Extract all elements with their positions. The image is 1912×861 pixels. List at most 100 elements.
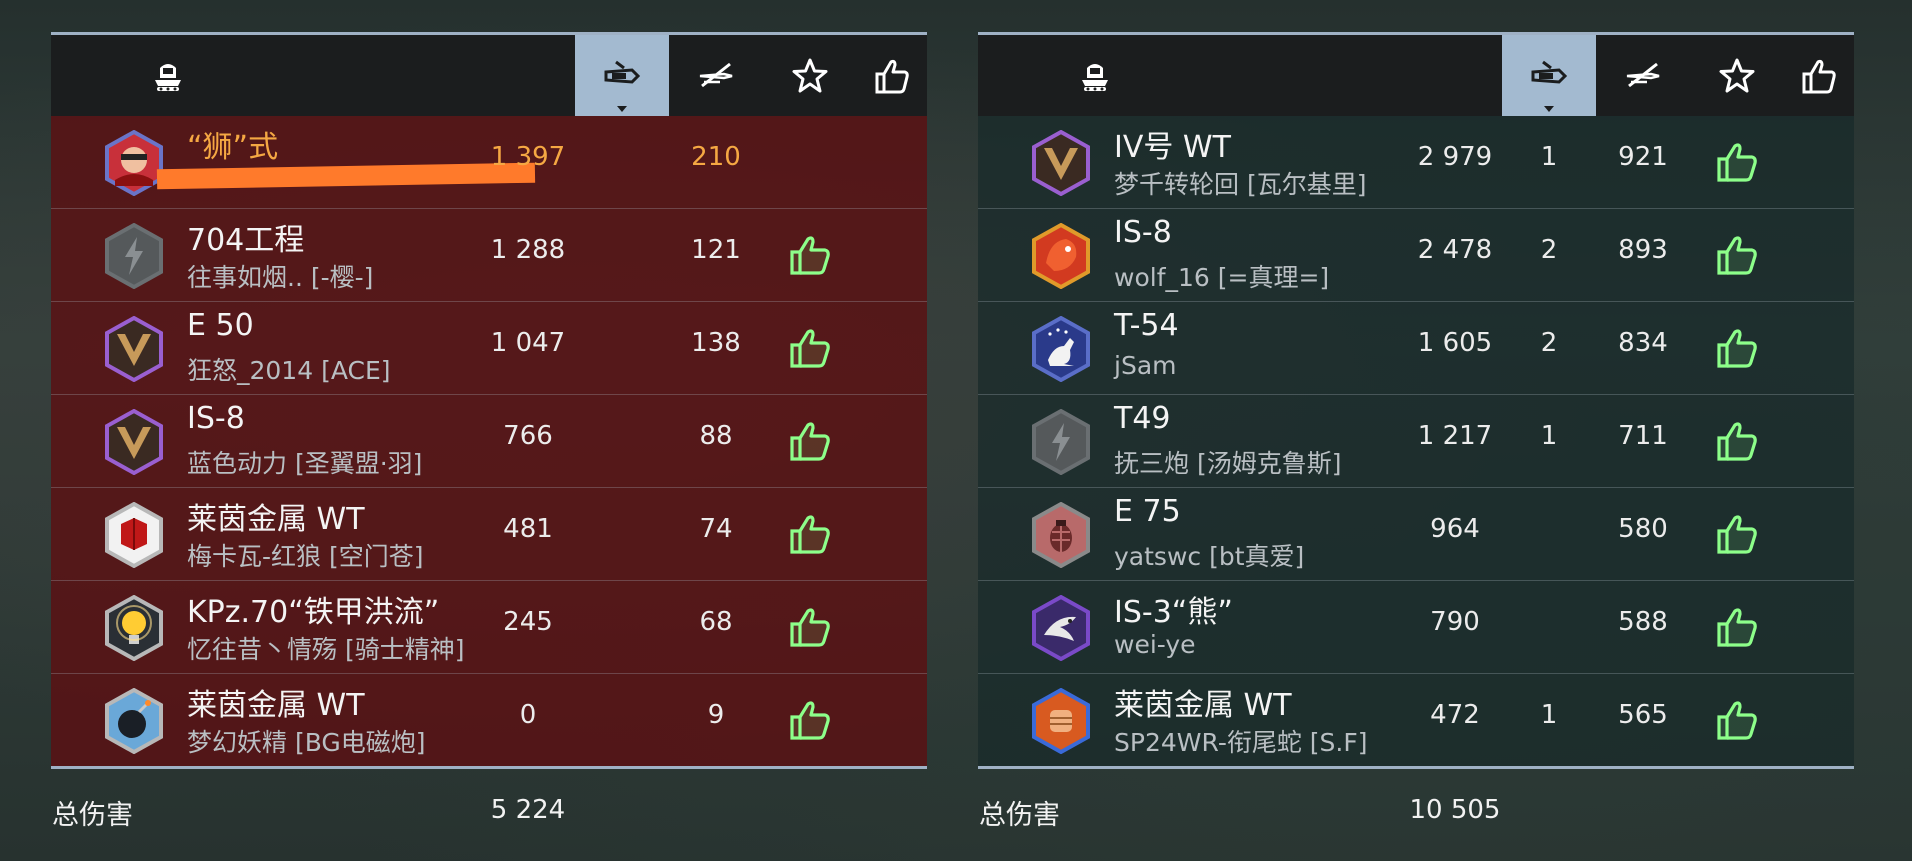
like-button[interactable] xyxy=(763,320,857,376)
thumbs-up-icon xyxy=(787,604,833,650)
total-damage-value: 5 224 xyxy=(490,795,566,825)
kills-icon xyxy=(699,62,733,87)
player-badge-icon xyxy=(105,688,163,754)
xp-value: 74 xyxy=(699,514,733,544)
damage-value: 1 217 xyxy=(1417,421,1493,451)
player-name: SP24WR-衔尾蛇 [S.F] xyxy=(1114,728,1368,757)
player-row[interactable]: IS-3“熊” wei-ye 790 588 xyxy=(978,581,1854,674)
column-header-bar xyxy=(978,35,1854,116)
tank-icon xyxy=(121,35,215,116)
kills-column-header[interactable] xyxy=(669,35,763,116)
xp-column-header[interactable] xyxy=(763,35,857,116)
like-button[interactable] xyxy=(763,599,857,655)
player-row[interactable]: T-54 jSam 1 605 2 834 xyxy=(978,302,1854,395)
thumbs-up-icon xyxy=(1714,139,1760,185)
like-button[interactable] xyxy=(1690,692,1784,748)
xp-value: 121 xyxy=(691,235,741,265)
team-panel-right: IV号 WT 梦千转轮回 [瓦尔基里] 2 979 1 921 IS-8 wol… xyxy=(978,32,1854,839)
player-name: 狂怒_2014 [ACE] xyxy=(187,356,391,385)
tank-name: 704工程 xyxy=(187,223,305,258)
damage-value: 481 xyxy=(503,514,553,544)
xp-value: 9 xyxy=(707,700,725,730)
player-name: 梦千转轮回 [瓦尔基里] xyxy=(1114,170,1367,199)
player-row[interactable]: 莱茵金属 WT 梦幻妖精 [BG电磁炮] 0 9 xyxy=(51,674,927,766)
thumbs-up-icon xyxy=(875,59,909,93)
team-rows-right: IV号 WT 梦千转轮回 [瓦尔基里] 2 979 1 921 IS-8 wol… xyxy=(978,116,1854,766)
thumbs-up-icon xyxy=(1714,325,1760,371)
xp-value: 834 xyxy=(1618,328,1668,358)
damage-column-header[interactable] xyxy=(575,35,669,116)
like-button[interactable] xyxy=(763,227,857,283)
tank-name: IV号 WT xyxy=(1114,130,1231,165)
thumbs-up-icon xyxy=(787,418,833,464)
thumbs-up-icon xyxy=(1802,59,1836,93)
damage-value: 1 047 xyxy=(490,328,566,358)
likes-column-header[interactable] xyxy=(1784,35,1854,116)
damage-value: 790 xyxy=(1430,607,1480,637)
like-button[interactable] xyxy=(763,413,857,469)
player-row[interactable]: 莱茵金属 WT 梅卡瓦-红狼 [空门苍] 481 74 xyxy=(51,488,927,581)
damage-value: 1 605 xyxy=(1417,328,1493,358)
player-name: 往事如烟.. [-樱-] xyxy=(187,263,374,292)
kills-value: 1 xyxy=(1540,700,1558,730)
like-button[interactable] xyxy=(1690,413,1784,469)
xp-value: 210 xyxy=(691,142,741,172)
xp-value: 138 xyxy=(691,328,741,358)
xp-column-header[interactable] xyxy=(1690,35,1784,116)
player-row[interactable]: IS-8 蓝色动力 [圣翼盟·羽] 766 88 xyxy=(51,395,927,488)
like-button[interactable] xyxy=(1690,599,1784,655)
team-panel-left: “狮”式 1 397 210 704工程 往事如烟.. [-樱-] 1 288 … xyxy=(51,32,927,839)
damage-column-header[interactable] xyxy=(1502,35,1596,116)
damage-value: 2 979 xyxy=(1417,142,1493,172)
thumbs-up-icon xyxy=(1714,604,1760,650)
tank-name: IS-3“熊” xyxy=(1114,595,1233,630)
thumbs-up-icon xyxy=(1714,697,1760,743)
thumbs-up-icon xyxy=(1714,511,1760,557)
like-button[interactable] xyxy=(1690,134,1784,190)
xp-value: 711 xyxy=(1618,421,1668,451)
player-badge-icon xyxy=(1032,502,1090,568)
kills-value: 2 xyxy=(1540,328,1558,358)
like-button[interactable] xyxy=(1690,320,1784,376)
damage-value: 964 xyxy=(1430,514,1480,544)
player-badge-icon xyxy=(1032,688,1090,754)
kills-value: 1 xyxy=(1540,142,1558,172)
player-name: wolf_16 [=真理=] xyxy=(1114,263,1330,292)
like-button[interactable] xyxy=(1690,506,1784,562)
tank-name: 莱茵金属 WT xyxy=(187,502,365,537)
player-name: jSam xyxy=(1114,351,1177,380)
player-row[interactable]: E 75 yatswc [bt真爱] 964 580 xyxy=(978,488,1854,581)
xp-star-icon xyxy=(1719,58,1755,92)
thumbs-up-icon xyxy=(787,325,833,371)
likes-column-header[interactable] xyxy=(857,35,927,116)
tank-name: E 50 xyxy=(187,308,254,343)
xp-value: 88 xyxy=(699,421,733,451)
total-damage-label: 总伤害 xyxy=(979,800,1060,831)
damage-value: 0 xyxy=(519,700,537,730)
tank-name: KPz.70“铁甲洪流” xyxy=(187,595,440,630)
player-row[interactable]: E 50 狂怒_2014 [ACE] 1 047 138 xyxy=(51,302,927,395)
player-row[interactable]: KPz.70“铁甲洪流” 忆往昔丶情殇 [骑士精神] 245 68 xyxy=(51,581,927,674)
xp-value: 580 xyxy=(1618,514,1668,544)
like-button[interactable] xyxy=(1690,227,1784,283)
player-name: 蓝色动力 [圣翼盟·羽] xyxy=(187,449,423,478)
xp-value: 68 xyxy=(699,607,733,637)
player-row[interactable]: IS-8 wolf_16 [=真理=] 2 478 2 893 xyxy=(978,209,1854,302)
kills-column-header[interactable] xyxy=(1596,35,1690,116)
xp-value: 588 xyxy=(1618,607,1668,637)
player-badge-icon xyxy=(105,409,163,475)
thumbs-up-icon xyxy=(1714,232,1760,278)
xp-value: 893 xyxy=(1618,235,1668,265)
player-row-self[interactable]: “狮”式 1 397 210 xyxy=(51,116,927,209)
like-button[interactable] xyxy=(763,506,857,562)
tank-name: T-54 xyxy=(1114,308,1179,343)
player-row[interactable]: IV号 WT 梦千转轮回 [瓦尔基里] 2 979 1 921 xyxy=(978,116,1854,209)
damage-value: 245 xyxy=(503,607,553,637)
total-damage-value: 10 505 xyxy=(1409,795,1501,825)
player-row[interactable]: 莱茵金属 WT SP24WR-衔尾蛇 [S.F] 472 1 565 xyxy=(978,674,1854,766)
player-row[interactable]: 704工程 往事如烟.. [-樱-] 1 288 121 xyxy=(51,209,927,302)
player-row[interactable]: T49 抚三炮 [汤姆克鲁斯] 1 217 1 711 xyxy=(978,395,1854,488)
like-button[interactable] xyxy=(763,692,857,748)
damage-value: 2 478 xyxy=(1417,235,1493,265)
sort-caret-icon xyxy=(1544,106,1554,112)
